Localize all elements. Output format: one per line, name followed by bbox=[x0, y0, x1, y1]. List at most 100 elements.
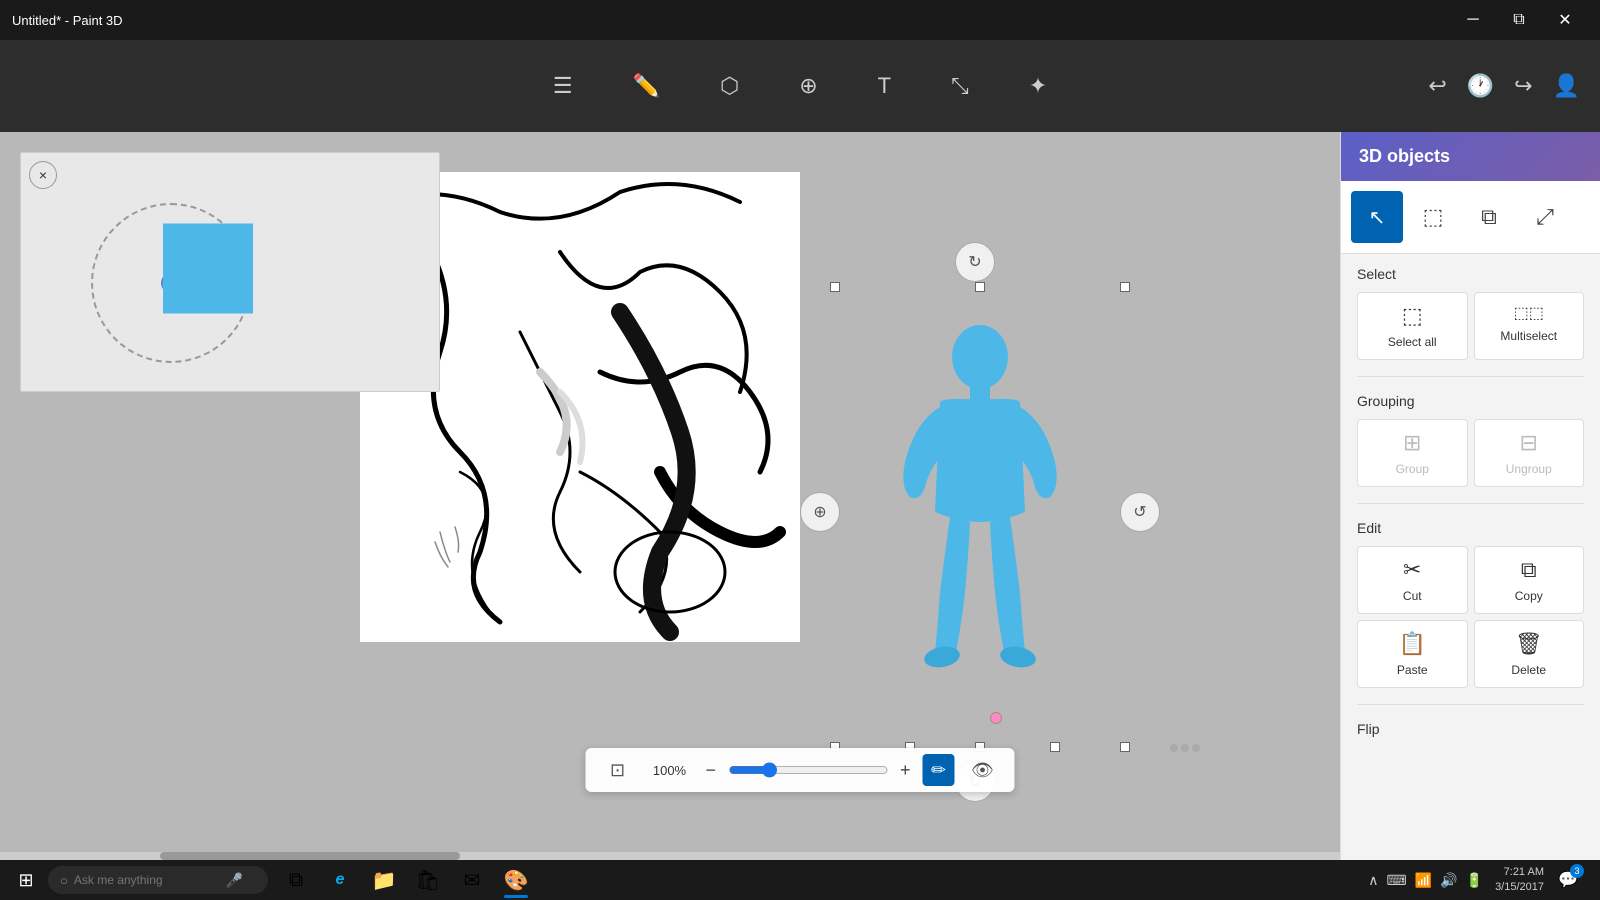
edge-button[interactable]: e bbox=[318, 860, 362, 900]
zoom-in-button[interactable]: + bbox=[900, 760, 911, 781]
handle-tl[interactable] bbox=[830, 282, 840, 292]
horizontal-scrollbar[interactable] bbox=[0, 852, 1340, 860]
grouping-section: Grouping ⊞ Group ⊟ Ungroup bbox=[1341, 381, 1600, 499]
ungroup-button[interactable]: ⊟ Ungroup bbox=[1474, 419, 1585, 487]
stickers-button[interactable]: ⊕ bbox=[789, 67, 827, 105]
divider-2 bbox=[1357, 503, 1584, 504]
canvas-button[interactable]: ⤡ bbox=[941, 67, 979, 105]
undo-button[interactable]: ↩ bbox=[1428, 73, 1446, 99]
volume-icon[interactable]: 🔊 bbox=[1440, 872, 1457, 889]
crop-icon: ⤢ bbox=[1536, 204, 1554, 230]
paint3d-button[interactable]: 🎨 bbox=[494, 860, 538, 900]
mini-preview: × bbox=[20, 152, 440, 392]
minimize-button[interactable]: ─ bbox=[1450, 0, 1496, 40]
delete-button[interactable]: 🗑 Delete bbox=[1474, 620, 1585, 688]
titlebar: Untitled* - Paint 3D ─ ⧉ ✕ bbox=[0, 0, 1600, 40]
store-button[interactable]: 🛍 bbox=[406, 860, 450, 900]
mail-icon: ✉ bbox=[464, 868, 481, 893]
task-view-button[interactable]: ⧉ bbox=[274, 860, 318, 900]
explorer-icon: 📁 bbox=[372, 868, 397, 893]
close-button[interactable]: ✕ bbox=[1542, 0, 1588, 40]
text-button[interactable]: T bbox=[868, 67, 901, 105]
brush-icon: ✏️ bbox=[633, 73, 660, 99]
pencil-mode-button[interactable]: ✏ bbox=[923, 754, 955, 786]
grouping-section-title: Grouping bbox=[1357, 393, 1584, 409]
figure-3d-area: ↻ ⊕ ↺ ↻ bbox=[830, 252, 1140, 792]
taskbar-search[interactable]: ○ 🎤 bbox=[48, 866, 268, 894]
group-button[interactable]: ⊞ Group bbox=[1357, 419, 1468, 487]
rotation-handle-top[interactable]: ↻ bbox=[955, 242, 995, 282]
edit-section-title: Edit bbox=[1357, 520, 1584, 536]
maximize-button[interactable]: ⧉ bbox=[1496, 0, 1542, 40]
select-tool-button[interactable]: ↖ bbox=[1351, 191, 1403, 243]
multiselect-button[interactable]: ⬚⬚ Multiselect bbox=[1474, 292, 1585, 360]
select-all-icon: ⬚ bbox=[1402, 303, 1423, 329]
account-button[interactable]: 👤 bbox=[1553, 73, 1580, 99]
zoom-out-button[interactable]: − bbox=[705, 760, 716, 781]
effects-button[interactable]: ✦ bbox=[1019, 67, 1057, 105]
taskbar-clock: 7:21 AM 3/15/2017 bbox=[1495, 865, 1544, 896]
titlebar-controls: ─ ⧉ ✕ bbox=[1450, 0, 1588, 40]
handle-tm[interactable] bbox=[975, 282, 985, 292]
menu-button[interactable]: ☰ bbox=[543, 67, 583, 105]
divider-1 bbox=[1357, 376, 1584, 377]
crop-tool-button[interactable]: ⤢ bbox=[1519, 191, 1571, 243]
select-buttons: ⬚ Select all ⬚⬚ Multiselect bbox=[1357, 292, 1584, 360]
hamburger-icon: ☰ bbox=[553, 73, 573, 99]
toolbar-right: ↩ 🕐 ↪ 👤 bbox=[1428, 73, 1580, 99]
handle-ml-rotate[interactable]: ⊕ bbox=[800, 492, 840, 532]
cursor-icon: ↖ bbox=[1369, 205, 1386, 230]
handle-bmr[interactable] bbox=[1050, 742, 1060, 752]
keyboard-icon[interactable]: ⌨ bbox=[1387, 872, 1407, 889]
mini-preview-close-button[interactable]: × bbox=[29, 161, 57, 189]
multisel-tool-button[interactable]: ⬚ bbox=[1407, 191, 1459, 243]
cut-button[interactable]: ✂ Cut bbox=[1357, 546, 1468, 614]
taskbar-right: ∧ ⌨ 📶 🔊 🔋 7:21 AM 3/15/2017 💬 3 bbox=[1360, 860, 1596, 900]
cut-icon: ✂ bbox=[1403, 557, 1421, 583]
eye-view-button[interactable]: 👁 bbox=[967, 754, 999, 786]
depth-handle[interactable] bbox=[990, 712, 1002, 724]
store-icon: 🛍 bbox=[415, 868, 440, 893]
taskview-icon: ⧉ bbox=[289, 869, 303, 892]
expand-tray-icon[interactable]: ∧ bbox=[1368, 872, 1378, 889]
clock-time: 7:21 AM bbox=[1495, 865, 1544, 880]
panel-title: 3D objects bbox=[1359, 146, 1450, 166]
redo-button[interactable]: ↪ bbox=[1514, 73, 1532, 99]
paste-button[interactable]: 📋 Paste bbox=[1357, 620, 1468, 688]
flip-section-title: Flip bbox=[1357, 721, 1584, 737]
extra-handles-right bbox=[1170, 744, 1200, 752]
panel-tools: ↖ ⬚ ⧉ ⤢ bbox=[1341, 181, 1600, 254]
search-circle-icon: ○ bbox=[60, 873, 68, 888]
clock-date: 3/15/2017 bbox=[1495, 880, 1544, 895]
ungroup-label: Ungroup bbox=[1506, 462, 1552, 476]
ungroup-icon: ⊟ bbox=[1520, 430, 1538, 456]
delete-label: Delete bbox=[1511, 663, 1546, 677]
handle-mr-rotate[interactable]: ↺ bbox=[1120, 492, 1160, 532]
microphone-icon[interactable]: 🎤 bbox=[226, 872, 243, 889]
wifi-icon[interactable]: 📶 bbox=[1415, 872, 1432, 889]
zoom-slider[interactable] bbox=[728, 762, 888, 778]
select-section-title: Select bbox=[1357, 266, 1584, 282]
handle-br[interactable] bbox=[1120, 742, 1130, 752]
toolbar: ☰ ✏️ ⬡ ⊕ T ⤡ ✦ ↩ 🕐 ↪ 👤 bbox=[0, 40, 1600, 132]
brushes-button[interactable]: ✏️ bbox=[623, 67, 670, 105]
explorer-button[interactable]: 📁 bbox=[362, 860, 406, 900]
fit-view-button[interactable]: ⊡ bbox=[601, 754, 633, 786]
notification-button[interactable]: 💬 3 bbox=[1548, 860, 1588, 900]
copy3d-icon: ⧉ bbox=[1481, 204, 1497, 230]
text-icon: T bbox=[878, 73, 891, 99]
selection-box-icon: ⬚ bbox=[1423, 204, 1444, 230]
zoom-level: 100% bbox=[645, 763, 693, 778]
select-all-button[interactable]: ⬚ Select all bbox=[1357, 292, 1468, 360]
mail-button[interactable]: ✉ bbox=[450, 860, 494, 900]
titlebar-title: Untitled* - Paint 3D bbox=[12, 13, 123, 28]
taskbar-search-input[interactable] bbox=[74, 873, 214, 887]
grouping-buttons: ⊞ Group ⊟ Ungroup bbox=[1357, 419, 1584, 487]
copy-button[interactable]: ⧉ Copy bbox=[1474, 546, 1585, 614]
history-button[interactable]: 🕐 bbox=[1467, 73, 1494, 99]
copy3d-tool-button[interactable]: ⧉ bbox=[1463, 191, 1515, 243]
3d-shapes-button[interactable]: ⬡ bbox=[710, 67, 749, 105]
right-panel: 3D objects ↖ ⬚ ⧉ ⤢ Select ⬚ Select all ⬚… bbox=[1340, 132, 1600, 860]
handle-tr[interactable] bbox=[1120, 282, 1130, 292]
start-button[interactable]: ⊞ bbox=[4, 860, 48, 900]
